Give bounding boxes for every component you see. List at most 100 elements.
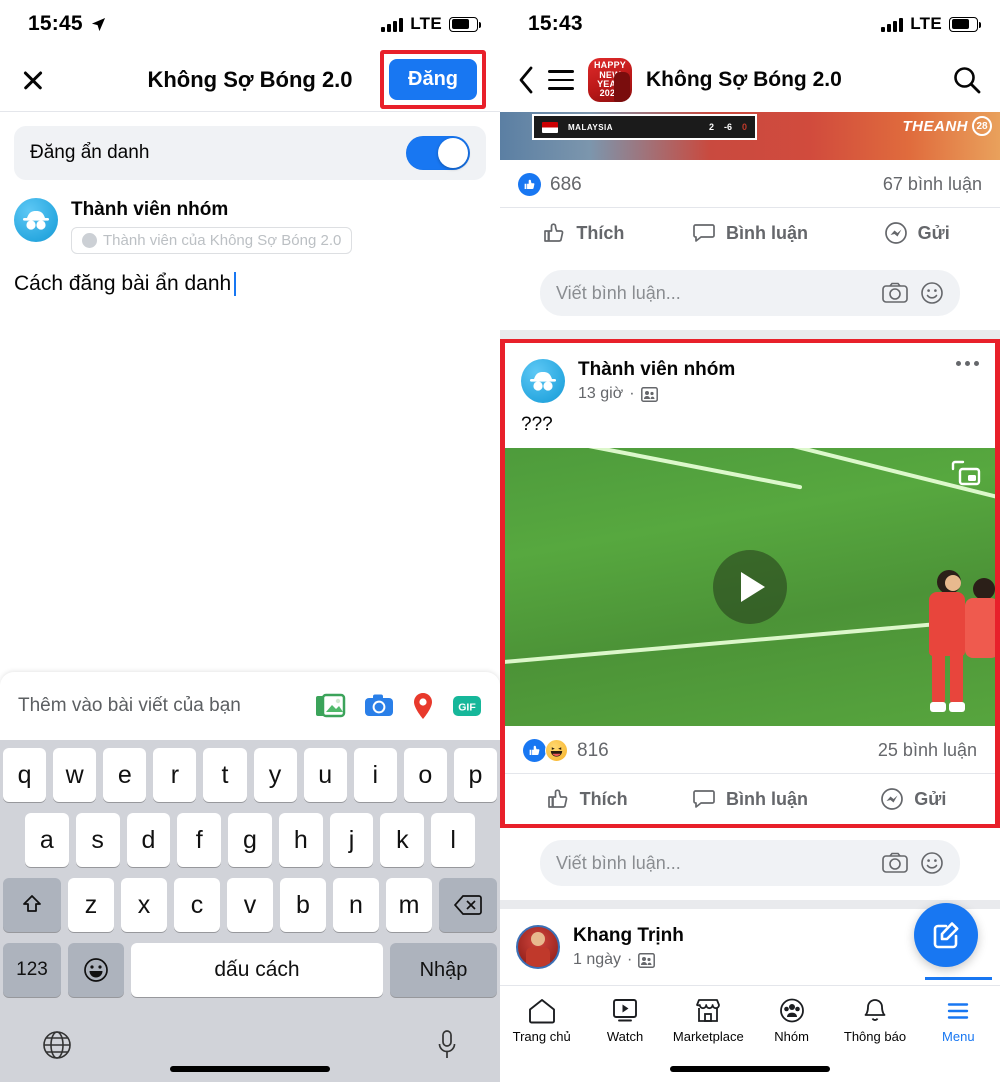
post-1-image[interactable]: MALAYSIA 2 -6 0 THEANH 28	[500, 112, 1000, 160]
post-2-author[interactable]: Thành viên nhóm	[578, 359, 735, 381]
comment-input[interactable]: Viết bình luận...	[540, 840, 960, 886]
audience-chip[interactable]: Thành viên của Không Sợ Bóng 2.0	[71, 227, 353, 254]
key-a[interactable]: a	[24, 813, 69, 867]
camera-icon[interactable]	[882, 852, 908, 874]
post-2-video[interactable]	[505, 448, 995, 726]
gif-icon[interactable]: GIF	[452, 693, 482, 719]
nav-item-groups[interactable]: Nhóm	[750, 986, 833, 1054]
composer-text-area[interactable]: Cách đăng bài ẩn danh	[0, 254, 500, 296]
key-w[interactable]: w	[53, 748, 97, 802]
location-pin-icon[interactable]	[412, 692, 434, 720]
key-g[interactable]: g	[228, 813, 272, 867]
key-c[interactable]: c	[174, 878, 220, 932]
shift-icon[interactable]	[3, 878, 61, 932]
key-k[interactable]: k	[380, 813, 425, 867]
haha-reaction-icon	[545, 739, 568, 762]
separator-dot: ·	[627, 951, 633, 968]
key-v[interactable]: v	[227, 878, 273, 932]
key-f[interactable]: f	[177, 813, 222, 867]
close-icon[interactable]	[18, 65, 48, 95]
compose-fab-button[interactable]	[914, 903, 978, 967]
emoji-icon[interactable]	[68, 943, 124, 997]
key-q[interactable]: q	[3, 748, 47, 802]
camera-icon[interactable]	[364, 693, 394, 719]
key-x[interactable]: x	[121, 878, 167, 932]
key-r[interactable]: r	[153, 748, 197, 802]
comment-input-icons	[882, 281, 944, 305]
svg-text:GIF: GIF	[458, 702, 476, 714]
emoji-icon[interactable]	[920, 281, 944, 305]
group-avatar-icon[interactable]: HAPPY NEW YEAR 2022	[588, 58, 632, 102]
post-2-reaction-count: 816	[577, 739, 609, 761]
composer-text-value: Cách đăng bài ẩn danh	[14, 272, 232, 295]
feed-list[interactable]: MALAYSIA 2 -6 0 THEANH 28 686 67 bình lu…	[500, 112, 1000, 985]
comment-input-icons	[882, 851, 944, 875]
post-1-reactions[interactable]: 686	[518, 173, 582, 196]
nav-item-watch[interactable]: Watch	[583, 986, 666, 1054]
marketplace-icon	[696, 998, 721, 1022]
space-key[interactable]: dấu cách	[131, 943, 383, 997]
avatar[interactable]	[516, 925, 560, 969]
nav-item-marketplace[interactable]: Marketplace	[667, 986, 750, 1054]
screenshot-root: 15:45 LTE Không Sợ Bóng 2.0 Đăng Đăng ẩn…	[0, 0, 1000, 1082]
key-z[interactable]: z	[68, 878, 114, 932]
nav-label-watch: Watch	[606, 1028, 644, 1044]
comment-button[interactable]: Bình luận	[667, 208, 834, 258]
key-l[interactable]: l	[431, 813, 476, 867]
enter-key[interactable]: Nhập	[390, 943, 497, 997]
comment-button[interactable]: Bình luận	[668, 774, 831, 824]
like-button[interactable]: Thích	[500, 208, 667, 258]
post-3-meta: Khang Trịnh 1 ngày ·	[573, 925, 684, 969]
emoji-icon[interactable]	[920, 851, 944, 875]
key-i[interactable]: i	[353, 748, 397, 802]
bell-icon	[864, 998, 886, 1021]
nav-item-menu[interactable]: Menu	[917, 977, 1000, 1054]
keyboard-row-4: 123 dấu cách Nhập	[3, 943, 497, 997]
key-p[interactable]: p	[453, 748, 497, 802]
on-screen-keyboard[interactable]: q w e r t y u i o p a s d f g h j k l z …	[0, 740, 500, 1082]
key-h[interactable]: h	[278, 813, 323, 867]
picture-in-picture-icon[interactable]	[951, 460, 981, 486]
more-options-icon[interactable]	[956, 361, 979, 366]
comment-label: Bình luận	[726, 222, 808, 243]
play-icon[interactable]	[713, 550, 787, 624]
photo-icon[interactable]	[316, 693, 346, 719]
send-button[interactable]: Gửi	[833, 208, 1000, 258]
nav-label-menu: Menu	[942, 1028, 975, 1044]
key-d[interactable]: d	[126, 813, 171, 867]
backspace-icon[interactable]	[439, 878, 497, 932]
send-button[interactable]: Gửi	[832, 774, 995, 824]
key-e[interactable]: e	[103, 748, 147, 802]
back-chevron-icon[interactable]	[518, 66, 534, 94]
post-2-reactions[interactable]: 816	[523, 739, 609, 762]
search-icon[interactable]	[952, 65, 982, 95]
post-button[interactable]: Đăng	[389, 59, 477, 100]
comment-input[interactable]: Viết bình luận...	[540, 270, 960, 316]
nav-item-home[interactable]: Trang chủ	[500, 986, 583, 1054]
globe-icon[interactable]	[41, 1029, 73, 1061]
key-b[interactable]: b	[280, 878, 326, 932]
post-1-comment-count[interactable]: 67 bình luận	[883, 174, 982, 195]
pitch-line-1	[505, 448, 803, 490]
numbers-key[interactable]: 123	[3, 943, 61, 997]
comment-label: Bình luận	[725, 788, 808, 809]
key-u[interactable]: u	[303, 748, 347, 802]
microphone-icon[interactable]	[435, 1029, 459, 1061]
key-n[interactable]: n	[333, 878, 379, 932]
key-t[interactable]: t	[203, 748, 247, 802]
key-m[interactable]: m	[386, 878, 432, 932]
key-s[interactable]: s	[75, 813, 120, 867]
hamburger-icon[interactable]	[548, 70, 574, 90]
key-j[interactable]: j	[329, 813, 374, 867]
nav-item-notifications[interactable]: Thông báo	[833, 986, 916, 1054]
post-3-author[interactable]: Khang Trịnh	[573, 925, 684, 947]
anonymous-post-row[interactable]: Đăng ẩn danh	[14, 126, 486, 180]
anonymous-post-toggle[interactable]	[406, 136, 470, 170]
like-button[interactable]: Thích	[505, 774, 668, 824]
camera-icon[interactable]	[882, 282, 908, 304]
key-y[interactable]: y	[253, 748, 297, 802]
key-o[interactable]: o	[403, 748, 447, 802]
incognito-avatar-icon[interactable]	[521, 359, 565, 403]
nav-items: Trang chủ Watch Marketplace Nhóm Thông b…	[500, 977, 1000, 1054]
post-2-comment-count[interactable]: 25 bình luận	[878, 740, 977, 761]
